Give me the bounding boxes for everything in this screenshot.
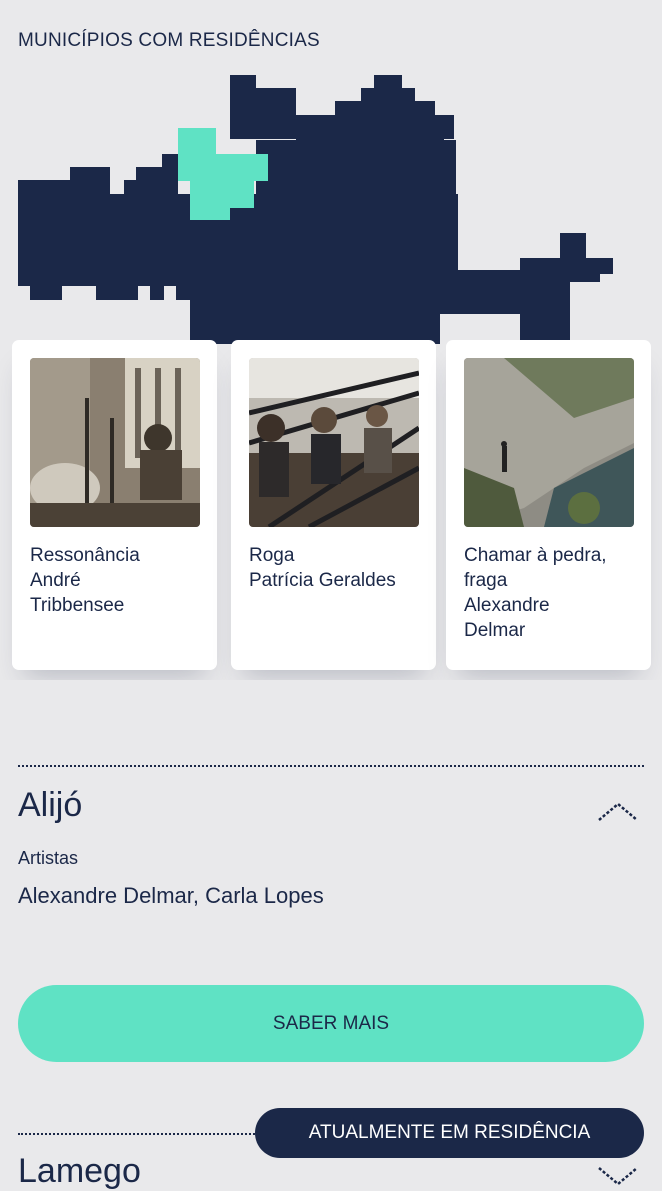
card-artist-line: Delmar xyxy=(464,620,526,641)
section-divider xyxy=(18,765,644,767)
artists-list: Alexandre Delmar, Carla Lopes xyxy=(18,883,324,908)
chevron-up-icon[interactable] xyxy=(597,800,639,824)
section-divider xyxy=(18,1133,258,1135)
card-caption: Roga Patrícia Geraldes xyxy=(249,543,428,593)
card-artist-line: André xyxy=(30,570,81,591)
card-image xyxy=(30,358,200,527)
municipality-name[interactable]: Alijó xyxy=(18,786,82,825)
residency-card[interactable]: Roga Patrícia Geraldes xyxy=(231,340,436,670)
card-title: Ressonância xyxy=(30,545,140,566)
card-image xyxy=(249,358,419,527)
card-artist-line: Patrícia Geraldes xyxy=(249,570,396,591)
learn-more-button[interactable]: SABER MAIS xyxy=(18,985,644,1062)
card-artist-line: Tribbensee xyxy=(30,595,125,616)
residency-card[interactable]: Ressonância André Tribbensee xyxy=(12,340,217,670)
card-caption: Chamar à pedra, fraga Alexandre Delmar xyxy=(464,543,643,643)
map-region-other[interactable] xyxy=(18,75,613,378)
chevron-down-icon[interactable] xyxy=(597,1164,639,1188)
municipalities-map[interactable] xyxy=(0,0,662,380)
residency-card[interactable]: Chamar à pedra, fraga Alexandre Delmar xyxy=(446,340,651,670)
card-artist-line: fraga xyxy=(464,570,508,591)
artists-label: Artistas xyxy=(18,848,79,868)
current-residency-button[interactable]: ATUALMENTE EM RESIDÊNCIA xyxy=(255,1108,644,1158)
card-title: Chamar à pedra, xyxy=(464,545,607,566)
card-title: Roga xyxy=(249,545,295,566)
card-artist-line: Alexandre xyxy=(464,595,550,616)
card-image xyxy=(464,358,634,527)
municipality-name-next[interactable]: Lamego xyxy=(18,1152,141,1191)
residency-cards: Ressonância André Tribbensee Roga Patríc… xyxy=(0,340,662,680)
card-caption: Ressonância André Tribbensee xyxy=(30,543,209,618)
